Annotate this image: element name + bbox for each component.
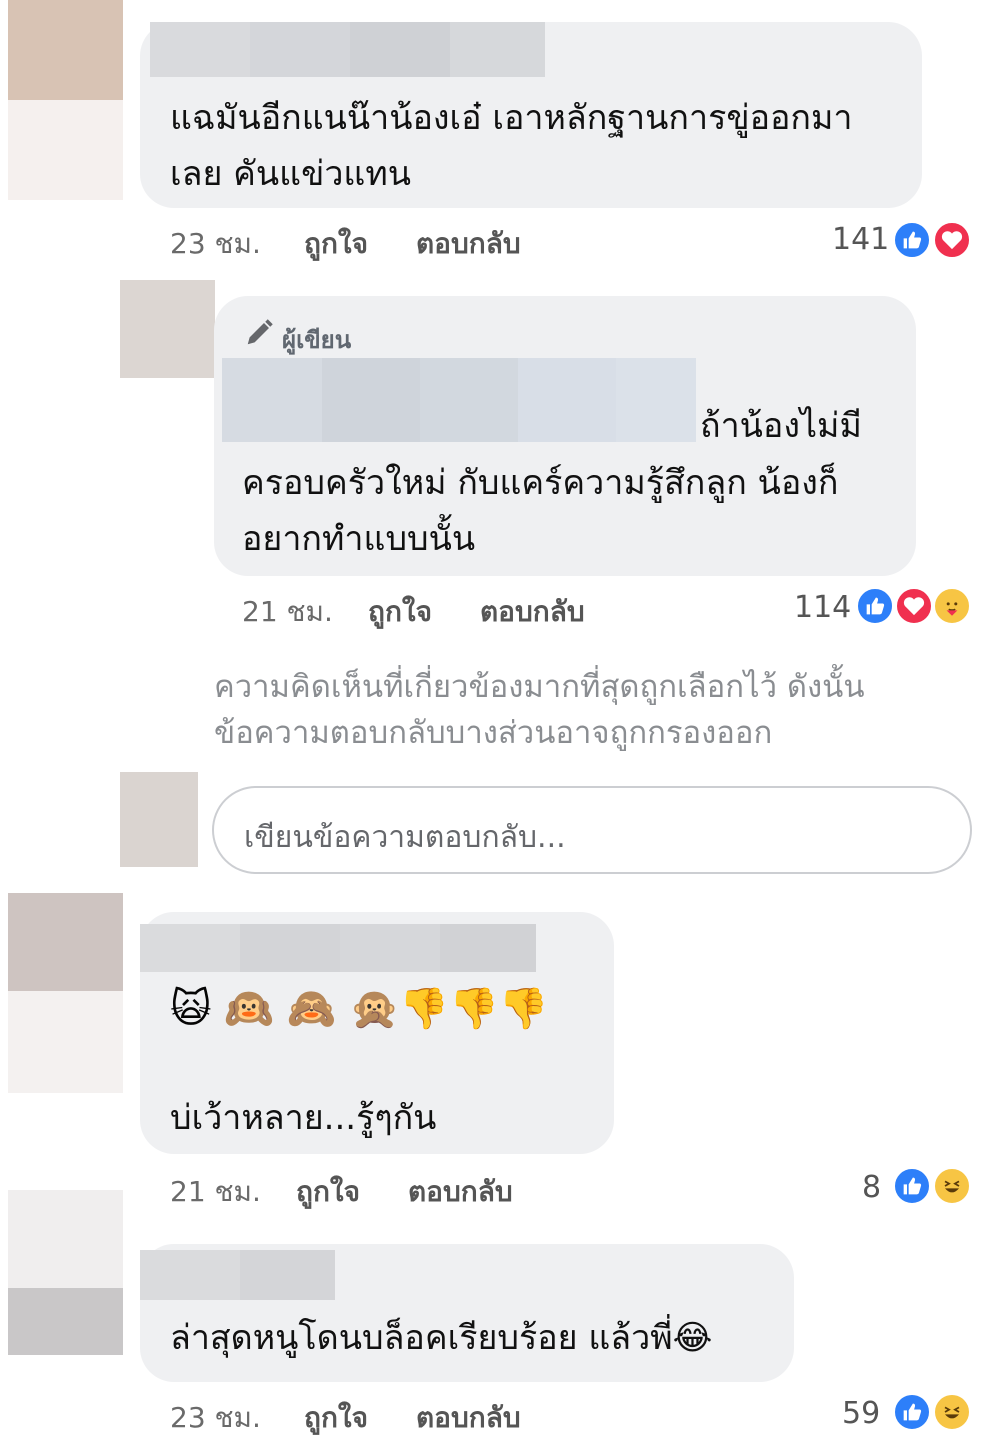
- author-badge: ผู้เขียน: [282, 326, 352, 354]
- comment-text-line: อยากทำแบบนั้น: [242, 519, 476, 559]
- avatar[interactable]: [8, 1190, 123, 1355]
- pen-icon: [244, 318, 274, 352]
- filter-notice-line: ความคิดเห็นที่เกี่ยวข้องมากที่สุดถูกเลือ…: [214, 669, 865, 705]
- comment-text-line: แฉมันอีกแนน๊าน้องเอ๋ เอาหลักฐานการขู่ออก…: [170, 98, 853, 138]
- love-icon[interactable]: [932, 220, 972, 260]
- redacted-name: [140, 1250, 335, 1300]
- haha-icon[interactable]: [932, 1392, 972, 1432]
- filter-notice-line: ข้อความตอบกลับบางส่วนอาจถูกกรองออก: [214, 715, 773, 751]
- comment-text-line: ล่าสุดหนูโดนบล็อคเรียบร้อย แล้วพี่😂: [170, 1318, 713, 1358]
- comment-text: แฉมันอีกแนน๊าน้องเอ๋ เอาหลักฐานการขู่ออก…: [170, 90, 853, 202]
- reaction-count[interactable]: 114: [794, 590, 851, 625]
- reaction-count[interactable]: 8: [862, 1170, 881, 1205]
- comment-meta: 23 ชม. ถูกใจ ตอบกลับ: [170, 1396, 521, 1440]
- timestamp[interactable]: 21 ชม.: [242, 590, 368, 634]
- avatar[interactable]: [8, 893, 123, 1093]
- comment-text-line: เลย คันแข่วแทน: [170, 154, 411, 194]
- avatar[interactable]: [120, 280, 215, 378]
- reply-button[interactable]: ตอบกลับ: [480, 590, 585, 634]
- timestamp[interactable]: 21 ชม.: [170, 1170, 296, 1214]
- like-icon[interactable]: [892, 1392, 932, 1432]
- like-icon[interactable]: [892, 220, 932, 260]
- like-icon[interactable]: [892, 1166, 932, 1206]
- timestamp[interactable]: 23 ชม.: [170, 222, 304, 266]
- comment-text-line: ครอบครัวใหม่ กับแคร์ความรู้สึกลูก น้องก็: [242, 463, 839, 503]
- redacted-name: [222, 358, 696, 442]
- avatar[interactable]: [8, 0, 123, 200]
- care-icon[interactable]: [932, 586, 972, 626]
- comment-meta: 21 ชม. ถูกใจ ตอบกลับ: [242, 590, 585, 634]
- comment-text-line: ถ้าน้องไม่มี: [700, 406, 862, 446]
- like-button[interactable]: ถูกใจ: [296, 1170, 408, 1214]
- comment-meta: 23 ชม. ถูกใจ ตอบกลับ: [170, 222, 521, 266]
- like-button[interactable]: ถูกใจ: [304, 1396, 416, 1440]
- reaction-count[interactable]: 59: [842, 1396, 880, 1431]
- haha-icon[interactable]: [932, 1166, 972, 1206]
- like-icon[interactable]: [855, 586, 895, 626]
- avatar: [120, 772, 198, 867]
- love-icon[interactable]: [894, 586, 934, 626]
- reply-button[interactable]: ตอบกลับ: [416, 1396, 521, 1440]
- reply-input-placeholder: เขียนข้อความตอบกลับ...: [244, 820, 566, 855]
- timestamp[interactable]: 23 ชม.: [170, 1396, 304, 1440]
- reaction-count[interactable]: 141: [832, 222, 889, 257]
- like-button[interactable]: ถูกใจ: [304, 222, 416, 266]
- reply-button[interactable]: ตอบกลับ: [416, 222, 521, 266]
- reply-button[interactable]: ตอบกลับ: [408, 1170, 513, 1214]
- reply-input[interactable]: เขียนข้อความตอบกลับ...: [212, 786, 972, 874]
- like-button[interactable]: ถูกใจ: [368, 590, 480, 634]
- redacted-name: [150, 22, 545, 77]
- filter-notice: ความคิดเห็นที่เกี่ยวข้องมากที่สุดถูกเลือ…: [214, 664, 865, 756]
- redacted-name: [140, 924, 536, 972]
- comment-text-line: บ่เว้าหลาย...รู้ๆกัน: [170, 1098, 437, 1138]
- emoji-line: 🙀 🙉 🙈 🙊👎👎👎: [170, 986, 549, 1032]
- comment-meta: 21 ชม. ถูกใจ ตอบกลับ: [170, 1170, 513, 1214]
